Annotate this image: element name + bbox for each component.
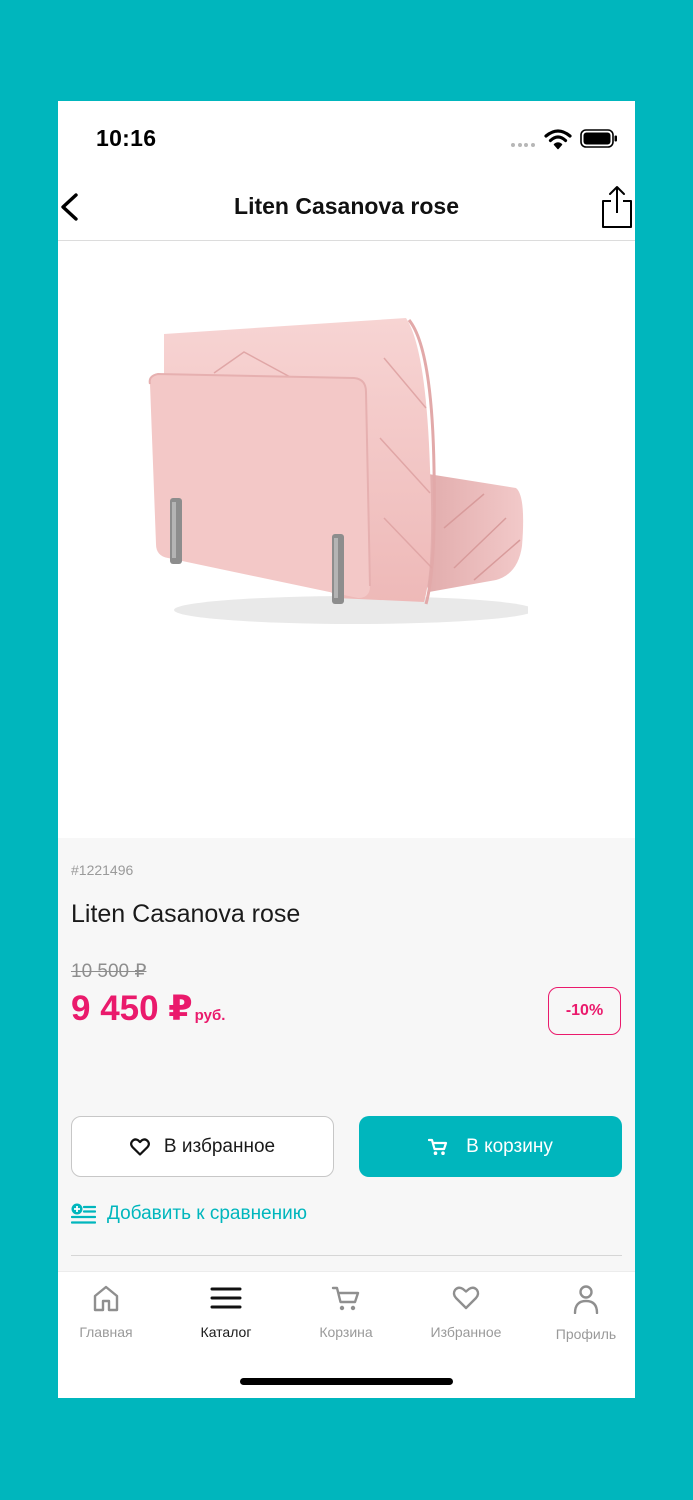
bottom-tab-bar: Главная Каталог Корзина Избранное Профил… — [58, 1271, 635, 1398]
battery-icon — [580, 129, 617, 148]
heart-icon — [129, 1137, 150, 1156]
home-icon — [93, 1285, 119, 1312]
user-icon — [573, 1285, 599, 1314]
menu-icon — [210, 1287, 242, 1309]
add-to-compare-link[interactable]: Добавить к сравнению — [71, 1203, 307, 1225]
product-name: Liten Casanova rose — [71, 900, 301, 928]
compare-list-icon — [71, 1203, 96, 1224]
discount-badge: -10% — [548, 987, 621, 1035]
divider — [71, 1255, 622, 1256]
add-to-favorites-button[interactable]: В избранное — [71, 1116, 334, 1177]
status-time: 10:16 — [96, 125, 157, 151]
current-price: 9 450 ₽ руб. — [71, 989, 225, 1029]
tab-favorites-label: Избранное — [430, 1324, 502, 1340]
add-to-compare-label: Добавить к сравнению — [107, 1203, 307, 1224]
navigation-bar: Liten Casanova rose — [58, 173, 635, 241]
add-to-favorites-label: В избранное — [163, 1135, 276, 1157]
tab-cart[interactable]: Корзина — [296, 1284, 396, 1354]
status-bar: 10:16 — [58, 101, 635, 173]
add-to-cart-button[interactable]: В корзину — [359, 1116, 622, 1177]
cart-icon — [428, 1138, 448, 1155]
tab-catalog[interactable]: Каталог — [176, 1284, 276, 1354]
product-sku: #1221496 — [71, 862, 134, 878]
cart-icon — [331, 1286, 360, 1311]
heart-icon — [452, 1286, 480, 1310]
product-info: #1221496 Liten Casanova rose 10 500 ₽ 9 … — [58, 838, 635, 1271]
tab-profile[interactable]: Профиль — [536, 1284, 635, 1354]
price-unit: руб. — [194, 1007, 226, 1024]
share-icon[interactable] — [600, 185, 634, 229]
signal-icon — [511, 143, 537, 148]
sofa-photo — [148, 318, 528, 624]
phone-screen: 10:16 Liten Casanova rose #1221496 Liten… — [58, 101, 635, 1398]
add-to-cart-label: В корзину — [466, 1135, 553, 1157]
wifi-icon — [544, 129, 572, 150]
tab-catalog-label: Каталог — [200, 1324, 252, 1340]
page-title: Liten Casanova rose — [234, 193, 459, 219]
home-indicator — [240, 1378, 453, 1385]
old-price: 10 500 ₽ — [71, 961, 147, 982]
tab-cart-label: Корзина — [319, 1324, 373, 1340]
tab-favorites[interactable]: Избранное — [416, 1284, 516, 1354]
tab-home[interactable]: Главная — [58, 1284, 156, 1354]
product-image — [58, 242, 635, 975]
chevron-left-icon[interactable] — [58, 187, 82, 227]
tab-profile-label: Профиль — [555, 1326, 617, 1342]
tab-home-label: Главная — [79, 1324, 133, 1340]
price-value: 9 450 ₽ — [71, 989, 193, 1028]
